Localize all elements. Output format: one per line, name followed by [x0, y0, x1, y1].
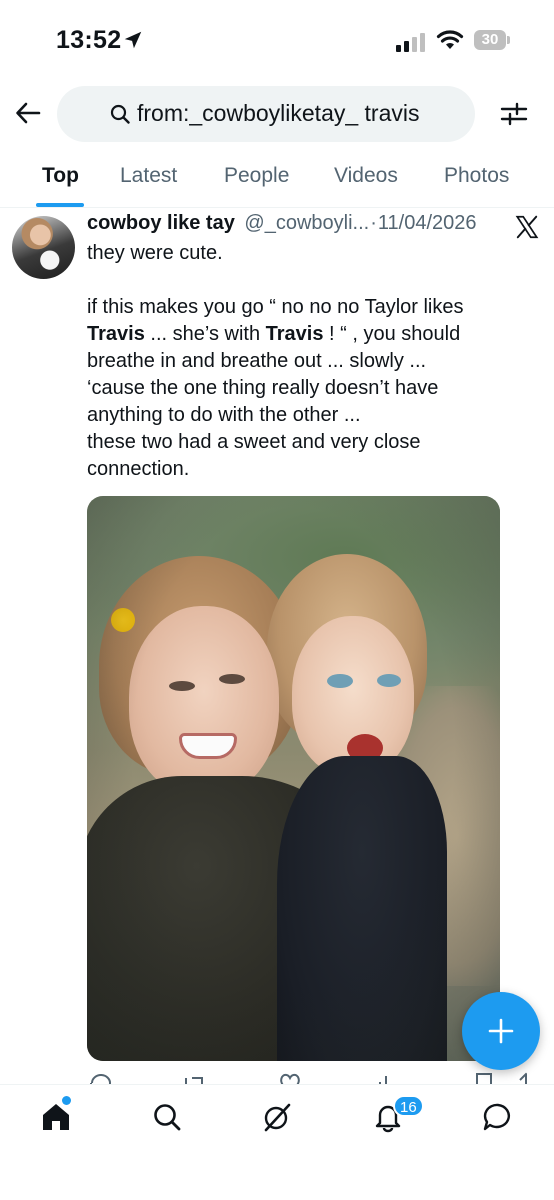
cellular-signal-icon: [396, 33, 425, 52]
search-icon: [110, 104, 130, 124]
tab-videos[interactable]: Videos: [334, 164, 398, 188]
tweet-line: breathe in and breathe out ... slowly ..…: [87, 350, 427, 372]
tab-latest[interactable]: Latest: [120, 164, 177, 188]
back-arrow-icon[interactable]: [14, 99, 42, 127]
home-unread-dot: [62, 1096, 71, 1105]
wifi-icon: [436, 30, 464, 49]
date-separator: ·: [370, 212, 377, 234]
tweet-text: they were cute. if this makes you go “ n…: [87, 240, 517, 483]
compose-button[interactable]: [462, 992, 540, 1070]
status-time: 13:52: [56, 26, 122, 54]
search-query: from:_cowboyliketay_ travis: [137, 100, 420, 126]
tweet-header: cowboy like tay @_cowboyli...·11/04/2026: [87, 212, 507, 242]
search-icon[interactable]: [151, 1101, 183, 1133]
notifications-badge: 16: [393, 1095, 424, 1117]
bottom-nav: 16: [0, 1084, 554, 1200]
tab-top[interactable]: Top: [42, 164, 79, 188]
tweet-line: these two had a sweet and very close: [87, 431, 421, 453]
highlighted-term: Travis: [265, 323, 324, 345]
tweet-line: if this makes you go “ no no no Taylor l…: [87, 296, 464, 318]
tweet-photo[interactable]: [87, 496, 500, 1061]
highlighted-term: Travis: [87, 323, 145, 345]
tweet-line: they were cute.: [87, 242, 223, 264]
tweet-date[interactable]: 11/04/2026: [378, 212, 477, 234]
tab-photos[interactable]: Photos: [444, 164, 509, 188]
tweet-text-segment: ... she’s with: [144, 323, 266, 345]
active-tab-indicator: [36, 203, 84, 207]
user-handle[interactable]: @_cowboyli...: [244, 212, 369, 234]
battery-icon: 30: [474, 30, 510, 52]
battery-level: 30: [481, 31, 499, 48]
search-tabs: Top Latest People Videos Photos: [0, 160, 554, 208]
filter-settings-icon[interactable]: [500, 100, 528, 128]
avatar[interactable]: [12, 216, 75, 279]
messages-icon[interactable]: [482, 1101, 514, 1133]
tab-people[interactable]: People: [224, 164, 289, 188]
tweet-line: ‘cause the one thing really doesn’t have: [87, 377, 439, 399]
display-name[interactable]: cowboy like tay: [87, 212, 235, 234]
tweet-line: Travis ... she’s with Travis ! “ , you s…: [87, 321, 517, 348]
home-icon[interactable]: [40, 1101, 72, 1133]
x-logo-icon[interactable]: [514, 214, 540, 240]
search-input[interactable]: from:_cowboyliketay_ travis: [57, 86, 475, 142]
tweet-line: connection.: [87, 458, 190, 480]
grok-icon[interactable]: [261, 1101, 293, 1133]
location-arrow-icon: [124, 31, 142, 49]
tweet-text-segment: ! “ , you should: [323, 323, 461, 345]
status-bar: 13:52 30: [0, 0, 554, 84]
plus-icon: [488, 1018, 514, 1044]
tweet-line: anything to do with the other ...: [87, 404, 361, 426]
